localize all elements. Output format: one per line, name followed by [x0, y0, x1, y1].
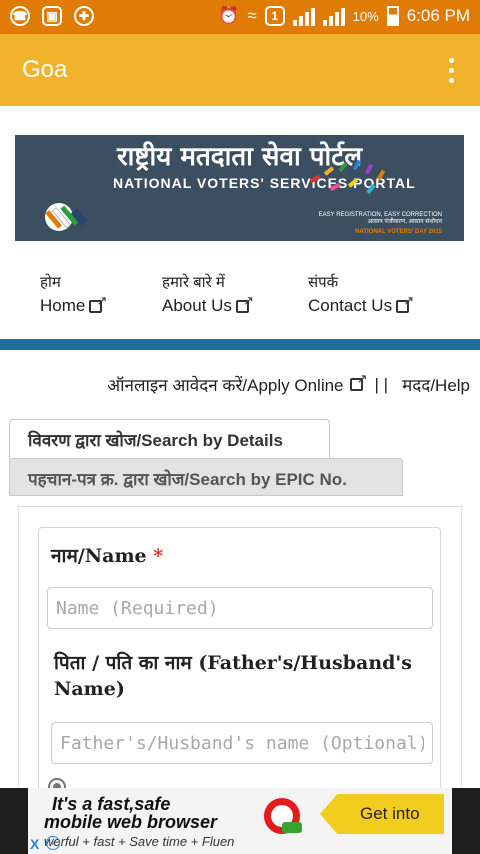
game-icon: ✚ — [74, 6, 94, 26]
sim-icon: 1 — [264, 6, 285, 26]
father-husband-label: पिता / पति का नाम (Father's/Husband's Na… — [54, 652, 412, 700]
ad-subline: werful + fast + Save time + Fluen — [44, 834, 235, 849]
whatsapp-icon: ☎ — [10, 6, 30, 26]
clock: 6:06 PM — [406, 6, 470, 25]
father-husband-input[interactable] — [51, 722, 433, 764]
external-link-icon — [349, 371, 368, 391]
top-nav: होम Home हमारे बारे में About Us संपर्क … — [0, 272, 480, 332]
nav-label-hindi: संपर्क — [308, 274, 339, 291]
portal-banner: राष्ट्रीय मतदाता सेवा पोर्टल NATIONAL VO… — [15, 135, 464, 241]
wifi-icon: ≈ — [247, 6, 257, 25]
tab-search-by-details[interactable]: विवरण द्वारा खोज/Search by Details — [9, 419, 330, 459]
ad-edge-right — [452, 788, 480, 854]
overflow-menu-icon[interactable] — [449, 58, 454, 83]
celebration-graphic — [309, 159, 386, 195]
gallery-icon: ▣ — [42, 6, 62, 26]
apply-help-links: ऑनलाइन आवेदन करें/Apply Online | | मदद/H… — [107, 371, 470, 396]
status-bar: ☎ ▣ ✚ ⏰ ≈ 1 10% 6:06 PM — [0, 0, 480, 34]
nav-label-english: About Us — [162, 296, 232, 315]
ad-headline-2: mobile web browser — [44, 812, 218, 832]
nav-label-hindi: होम — [40, 274, 61, 291]
ad-info-icon[interactable]: i — [46, 836, 60, 850]
tab-search-by-epic[interactable]: पहचान-पत्र क्र. द्वारा खोज/Search by EPI… — [9, 458, 403, 496]
nav-item-about[interactable]: हमारे बारे में About Us — [162, 272, 254, 316]
banner-title-hindi: राष्ट्रीय मतदाता सेवा पोर्टल — [117, 142, 362, 172]
ad-edge-left — [0, 788, 28, 854]
ad-close-icon[interactable]: X — [30, 836, 39, 852]
name-label-text: नाम/Name — [51, 545, 147, 567]
nav-divider — [0, 339, 480, 350]
nav-label-hindi: हमारे बारे में — [162, 274, 225, 291]
battery-icon — [386, 6, 399, 26]
banner-tagline-en: EASY REGISTRATION, EASY CORRECTION — [318, 212, 442, 218]
external-link-icon — [89, 293, 107, 313]
ballot-logo-icon — [45, 203, 88, 231]
system-icons: ⏰ ≈ 1 10% 6:06 PM — [218, 6, 470, 26]
apply-online-link[interactable]: ऑनलाइन आवेदन करें/Apply Online — [107, 373, 343, 396]
nav-label-english: Home — [40, 296, 86, 315]
ad-cta-label: Get into — [360, 804, 420, 823]
browser-logo-icon — [264, 798, 302, 834]
ad-banner[interactable]: It's a fast,safe mobile web browser werf… — [0, 788, 480, 854]
banner-tagline-hi: आसान पंजीकरण, आसान संशोधन — [367, 219, 442, 225]
signal-icon — [292, 6, 315, 26]
required-marker: * — [153, 545, 164, 567]
voters-day-label: NATIONAL VOTERS' DAY 2015 — [355, 229, 442, 235]
signal-icon-2 — [322, 6, 345, 26]
ad-cta-button[interactable]: Get into — [320, 794, 444, 834]
nav-item-home[interactable]: होम Home — [40, 272, 107, 316]
app-bar: Goa — [0, 34, 480, 106]
external-link-icon — [235, 293, 254, 313]
notification-icons: ☎ ▣ ✚ — [10, 6, 94, 26]
alarm-icon: ⏰ — [218, 6, 240, 25]
help-link[interactable]: मदद/Help — [402, 373, 470, 396]
battery-percent: 10% — [352, 8, 379, 24]
app-title: Goa — [22, 56, 68, 83]
link-separator: | | — [374, 374, 389, 394]
nav-item-contact[interactable]: संपर्क Contact Us — [308, 272, 414, 316]
name-label: नाम/Name * — [51, 542, 163, 568]
external-link-icon — [396, 293, 414, 313]
name-input[interactable] — [47, 587, 433, 629]
nav-label-english: Contact Us — [308, 296, 393, 315]
banner-tagline: EASY REGISTRATION, EASY CORRECTION आसान … — [319, 212, 442, 226]
